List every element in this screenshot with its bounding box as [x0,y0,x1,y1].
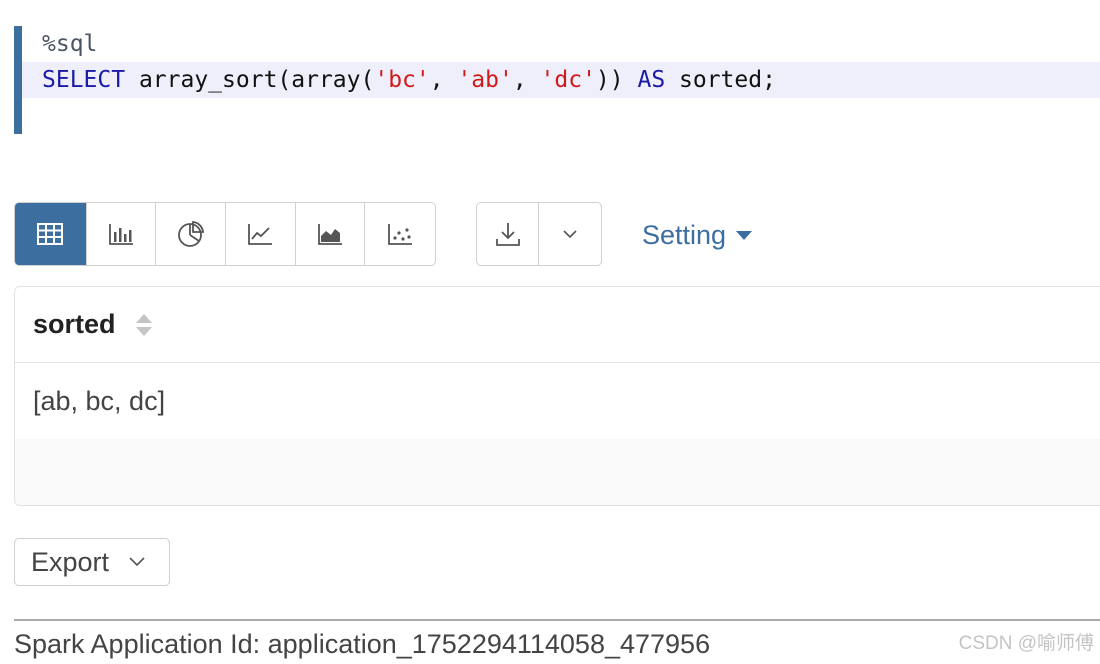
setting-label: Setting [642,220,727,250]
line-chart-icon [248,224,273,245]
sort-toggle[interactable] [135,313,152,336]
bar-chart-icon [109,224,133,245]
function-call: array_sort(array( [125,67,375,93]
divider [14,619,1100,621]
code-editor[interactable]: %sql SELECT array_sort(array('bc', 'ab',… [14,26,1100,134]
keyword-select: SELECT [42,67,126,93]
area-chart-button[interactable] [296,203,366,265]
visualization-toolbar [14,202,436,266]
download-toolbar [476,202,602,266]
download-icon [495,223,520,246]
export-label: Export [31,546,110,577]
table-icon [37,223,64,245]
sort-asc-icon [135,313,152,323]
download-options-button[interactable] [539,203,601,265]
watermark: CSDN @喻师傅 [958,633,1094,654]
string-literal: 'bc' [374,67,430,93]
keyword-as: AS [637,67,666,93]
bar-chart-button[interactable] [87,203,157,265]
table-empty-row [15,439,1100,505]
download-button[interactable] [477,203,539,265]
line-chart-button[interactable] [226,203,296,265]
pie-chart-icon [177,221,204,247]
export-button[interactable]: Export [14,538,170,586]
separator: , [512,67,541,93]
chevron-down-icon [563,230,577,239]
string-literal: 'dc' [540,67,596,93]
interpreter-directive: %sql [42,31,98,57]
caret-down-icon [736,230,753,240]
area-chart-icon [318,224,342,245]
spark-application-id: Spark Application Id: application_175229… [14,629,711,659]
table-row: [ab, bc, dc] [15,363,1100,439]
table-cell: [ab, bc, dc] [33,385,166,416]
scatter-chart-icon [388,224,413,245]
string-literal: 'ab' [457,67,513,93]
setting-dropdown[interactable]: Setting [642,215,753,255]
alias: sorted; [665,67,776,93]
table-header: sorted [15,287,1100,363]
closing-parens: )) [595,67,638,93]
sort-desc-icon [135,326,152,336]
code-line-query[interactable]: SELECT array_sort(array('bc', 'ab', 'dc'… [22,62,1100,98]
pie-chart-button[interactable] [156,203,226,265]
scatter-chart-button[interactable] [365,203,435,265]
table-view-button[interactable] [15,203,87,265]
code-line-interpreter[interactable]: %sql [22,26,1100,62]
chevron-down-icon [129,557,145,567]
column-header-sorted: sorted [33,309,116,339]
separator: , [429,67,458,93]
result-table: sorted [ab, bc, dc] [14,286,1100,506]
